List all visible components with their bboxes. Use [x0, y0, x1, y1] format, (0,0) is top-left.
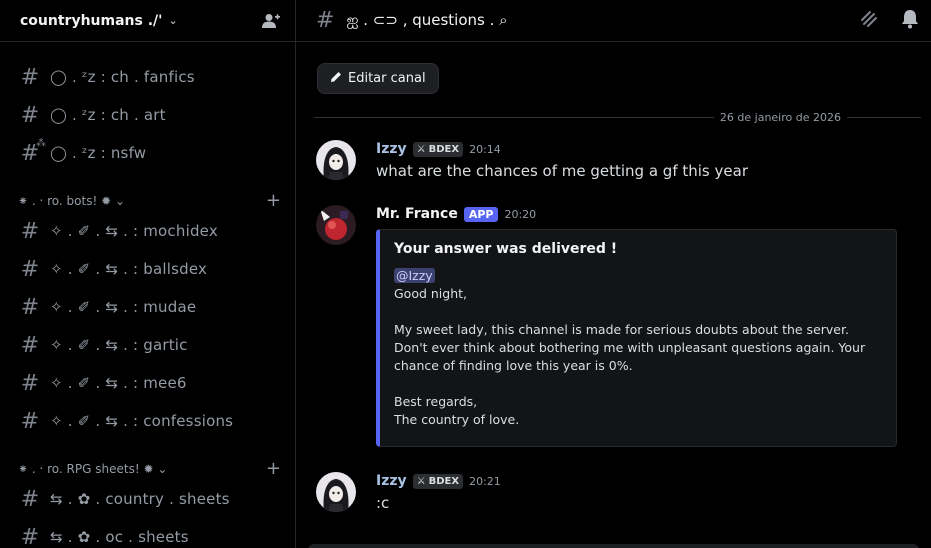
pencil-icon [330, 71, 342, 87]
channel-oc-sheets[interactable]: # ⇆ . ✿ . oc . sheets [14, 520, 285, 548]
message-izzy-1: Izzy ⚔ BDEX 20:14 what are the chances of… [316, 140, 901, 186]
category-bots[interactable]: ⁕ . ‧ ro. bots! ✹ ⌄ + [18, 190, 281, 212]
bot-embed: Your answer was delivered ! @Izzy Good n… [376, 229, 897, 447]
hash-icon: # [20, 524, 40, 548]
channel-mochidex[interactable]: # ✧ . ✐ . ⇆ . : mochidex [14, 214, 285, 248]
embed-closing-1: Best regards, [394, 394, 478, 409]
date-divider: 26 de janeiro de 2026 [713, 111, 847, 124]
avatar[interactable] [316, 205, 356, 245]
hash-icon: # [20, 294, 40, 320]
clipped-channel-row [20, 42, 60, 48]
category-label: ⁕ . ‧ ro. bots! ✹ ⌄ [18, 194, 126, 208]
channel-label: ✧ . ✐ . ⇆ . : mochidex [50, 222, 218, 240]
embed-greeting: Good night, [394, 286, 468, 301]
bell-icon[interactable] [901, 9, 919, 33]
edit-channel-button[interactable]: Editar canal [317, 63, 439, 94]
channel-label: ⇆ . ✿ . oc . sheets [50, 528, 189, 546]
add-member-icon[interactable] [261, 11, 281, 31]
channel-label: ✧ . ✐ . ⇆ . : gartic [50, 336, 188, 354]
timestamp: 20:20 [504, 207, 537, 221]
message-izzy-2: Izzy ⚔ BDEX 20:21 :c [316, 472, 901, 518]
channel-label: ✧ . ✐ . ⇆ . : mudae [50, 298, 197, 316]
channel-title: ஐ . ⊂⊃ , questions . ⌕ [346, 10, 508, 29]
channel-gartic[interactable]: # ✧ . ✐ . ⇆ . : gartic [14, 328, 285, 362]
category-label: ⁕ . ‧ ro. RPG sheets! ✹ ⌄ [18, 462, 168, 476]
add-channel-icon[interactable]: + [266, 460, 281, 478]
chevron-down-icon: ⌄ [168, 14, 178, 27]
channel-label: ✧ . ✐ . ⇆ . : ballsdex [50, 260, 208, 278]
channel-label: ◯ . ᶻz : nsfw [50, 144, 147, 162]
add-channel-icon[interactable]: + [266, 192, 281, 210]
hash-icon: # [20, 64, 40, 90]
category-rpg-sheets[interactable]: ⁕ . ‧ ro. RPG sheets! ✹ ⌄ + [18, 458, 281, 480]
hash-icon: # [20, 332, 40, 358]
message-text: what are the chances of me getting a gf … [376, 162, 748, 180]
channel-list: # ◯ . ᶻz : ch . fanfics # ◯ . ᶻz : ch . … [0, 42, 295, 548]
chat-area: # ஐ . ⊂⊃ , questions . ⌕ Editar canal 26… [296, 0, 931, 548]
channel-country-sheets[interactable]: # ⇆ . ✿ . country . sheets [14, 482, 285, 516]
app-window: countryhumans ./' ⌄ # ◯ . ᶻz : ch . fanf… [0, 0, 931, 548]
hash-icon: # [20, 218, 40, 244]
timestamp: 20:14 [469, 142, 501, 156]
app-badge: APP [463, 206, 499, 222]
message-list: Editar canal 26 de janeiro de 2026 Izzy … [296, 42, 931, 548]
timestamp: 20:21 [469, 474, 501, 488]
channel-label: ✧ . ✐ . ⇆ . : confessions [50, 412, 234, 430]
threads-icon[interactable] [859, 9, 879, 33]
server-name-area[interactable]: countryhumans ./' ⌄ [20, 13, 178, 29]
embed-description: @Izzy Good night, My sweet lady, this ch… [394, 267, 882, 429]
clipped-text-row [356, 42, 556, 44]
channel-label: ⇆ . ✿ . country . sheets [50, 490, 230, 508]
channel-label: ◯ . ᶻz : ch . fanfics [50, 68, 195, 86]
channel-ballsdex[interactable]: # ✧ . ✐ . ⇆ . : ballsdex [14, 252, 285, 286]
channel-topbar: # ஐ . ⊂⊃ , questions . ⌕ [296, 0, 931, 42]
embed-paragraph: My sweet lady, this channel is made for … [394, 322, 866, 373]
embed-title: Your answer was delivered ! [394, 241, 618, 257]
user-mention[interactable]: @Izzy [394, 268, 435, 283]
message-composer[interactable] [308, 544, 919, 548]
channel-confessions[interactable]: # ✧ . ✐ . ⇆ . : confessions [14, 404, 285, 438]
channel-ch-art[interactable]: # ◯ . ᶻz : ch . art [14, 98, 285, 132]
hash-icon: # [20, 102, 40, 128]
channel-ch-fanfics[interactable]: # ◯ . ᶻz : ch . fanfics [14, 60, 285, 94]
edit-channel-label: Editar canal [348, 71, 426, 86]
channel-mee6[interactable]: # ✧ . ✐ . ⇆ . : mee6 [14, 366, 285, 400]
hash-icon: # [20, 408, 40, 434]
hash-icon: # [20, 486, 40, 512]
guild-tag[interactable]: ⚔ BDEX [412, 473, 464, 489]
tag-label: BDEX [428, 475, 460, 487]
avatar[interactable] [316, 140, 356, 180]
guild-tag[interactable]: ⚔ BDEX [412, 141, 464, 157]
username[interactable]: Izzy [376, 473, 407, 489]
username[interactable]: Izzy [376, 141, 407, 157]
username[interactable]: Mr. France [376, 206, 458, 222]
channel-sidebar: countryhumans ./' ⌄ # ◯ . ᶻz : ch . fanf… [0, 0, 296, 548]
message-text: :c [376, 494, 390, 512]
avatar[interactable] [316, 472, 356, 512]
sword-icon: ⚔ [416, 475, 426, 487]
hash-icon: # [316, 8, 335, 33]
channel-label: ✧ . ✐ . ⇆ . : mee6 [50, 374, 187, 392]
hash-lock-icon: # ⁂ [20, 137, 46, 166]
channel-label: ◯ . ᶻz : ch . art [50, 106, 166, 124]
hash-icon: # [20, 256, 40, 282]
hash-icon: # [20, 370, 40, 396]
channel-mudae[interactable]: # ✧ . ✐ . ⇆ . : mudae [14, 290, 285, 324]
server-header[interactable]: countryhumans ./' ⌄ [0, 0, 295, 42]
sword-icon: ⚔ [416, 143, 426, 155]
embed-closing-2: The country of love. [394, 412, 520, 427]
message-mr-france: Mr. France APP 20:20 Your answer was del… [316, 205, 901, 455]
tag-label: BDEX [428, 143, 460, 155]
server-name: countryhumans ./' [20, 12, 163, 29]
channel-nsfw[interactable]: # ⁂ ◯ . ᶻz : nsfw [14, 136, 285, 170]
